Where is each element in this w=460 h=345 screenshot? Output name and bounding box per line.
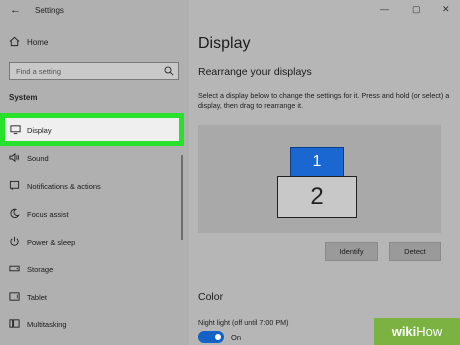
color-heading: Color xyxy=(198,291,224,303)
home-nav-item[interactable]: Home xyxy=(0,32,189,54)
sidebar-item-label: Sound xyxy=(27,154,49,163)
title-bar: ← Settings xyxy=(0,0,189,22)
rearrange-heading: Rearrange your displays xyxy=(198,66,312,78)
sidebar-item-power-sleep[interactable]: Power & sleep xyxy=(0,232,189,252)
sidebar-item-label: Display xyxy=(27,126,52,135)
sidebar-item-tablet[interactable]: Tablet xyxy=(0,287,189,307)
night-light-toggle[interactable] xyxy=(198,331,224,343)
notification-icon xyxy=(9,180,20,191)
minimize-button[interactable]: — xyxy=(380,4,389,14)
rearrange-description: Select a display below to change the set… xyxy=(198,91,450,110)
sidebar-item-label: Storage xyxy=(27,265,54,274)
tablet-icon xyxy=(9,292,20,301)
toggle-knob xyxy=(215,334,221,340)
window-controls: — ▢ ✕ xyxy=(370,0,460,20)
monitor-icon xyxy=(10,125,21,135)
app-title: Settings xyxy=(35,6,64,15)
search-icon[interactable] xyxy=(164,66,174,76)
section-label-system: System xyxy=(9,93,38,102)
identify-button[interactable]: Identify xyxy=(325,242,378,261)
sidebar: ← Settings Home Find a setting System Di… xyxy=(0,0,189,345)
multitasking-icon xyxy=(9,319,20,328)
sidebar-item-label: Focus assist xyxy=(27,210,69,219)
detect-button[interactable]: Detect xyxy=(389,242,441,261)
night-light-label: Night light (off until 7:00 PM) xyxy=(198,318,289,327)
moon-icon xyxy=(10,208,20,218)
back-arrow-icon[interactable]: ← xyxy=(10,4,21,16)
home-label: Home xyxy=(27,38,49,47)
night-light-state: On xyxy=(231,333,242,342)
power-icon xyxy=(10,236,19,246)
close-button[interactable]: ✕ xyxy=(442,4,450,15)
display-1-tile[interactable]: 1 xyxy=(290,147,344,177)
display-2-tile[interactable]: 2 xyxy=(277,176,357,218)
sidebar-item-notifications[interactable]: Notifications & actions xyxy=(0,176,189,196)
search-input[interactable]: Find a setting xyxy=(9,62,179,80)
speaker-icon xyxy=(9,152,20,163)
maximize-button[interactable]: ▢ xyxy=(412,4,421,15)
sidebar-item-sound[interactable]: Sound xyxy=(0,148,189,168)
sidebar-item-multitasking[interactable]: Multitasking xyxy=(0,314,189,334)
main-panel: — ▢ ✕ Display Rearrange your displays Se… xyxy=(189,0,460,345)
sidebar-item-label: Notifications & actions xyxy=(27,182,101,191)
sidebar-item-focus-assist[interactable]: Focus assist xyxy=(0,204,189,224)
sidebar-item-label: Tablet xyxy=(27,293,48,302)
watermark-text-bold: wiki xyxy=(391,324,417,339)
sidebar-item-storage[interactable]: Storage xyxy=(0,259,189,279)
sidebar-scrollbar[interactable] xyxy=(181,155,183,240)
sidebar-item-display[interactable]: Display xyxy=(0,113,184,146)
wikihow-watermark-logo: wikiHow xyxy=(374,318,460,345)
storage-icon xyxy=(9,265,20,272)
watermark-text-rest: How xyxy=(416,324,443,339)
display-arrangement-area: 1 2 xyxy=(198,125,441,233)
search-placeholder: Find a setting xyxy=(16,67,62,76)
sidebar-item-label: Power & sleep xyxy=(27,238,76,247)
page-title: Display xyxy=(198,35,251,52)
home-icon xyxy=(9,36,20,47)
sidebar-item-label: Multitasking xyxy=(27,320,67,329)
